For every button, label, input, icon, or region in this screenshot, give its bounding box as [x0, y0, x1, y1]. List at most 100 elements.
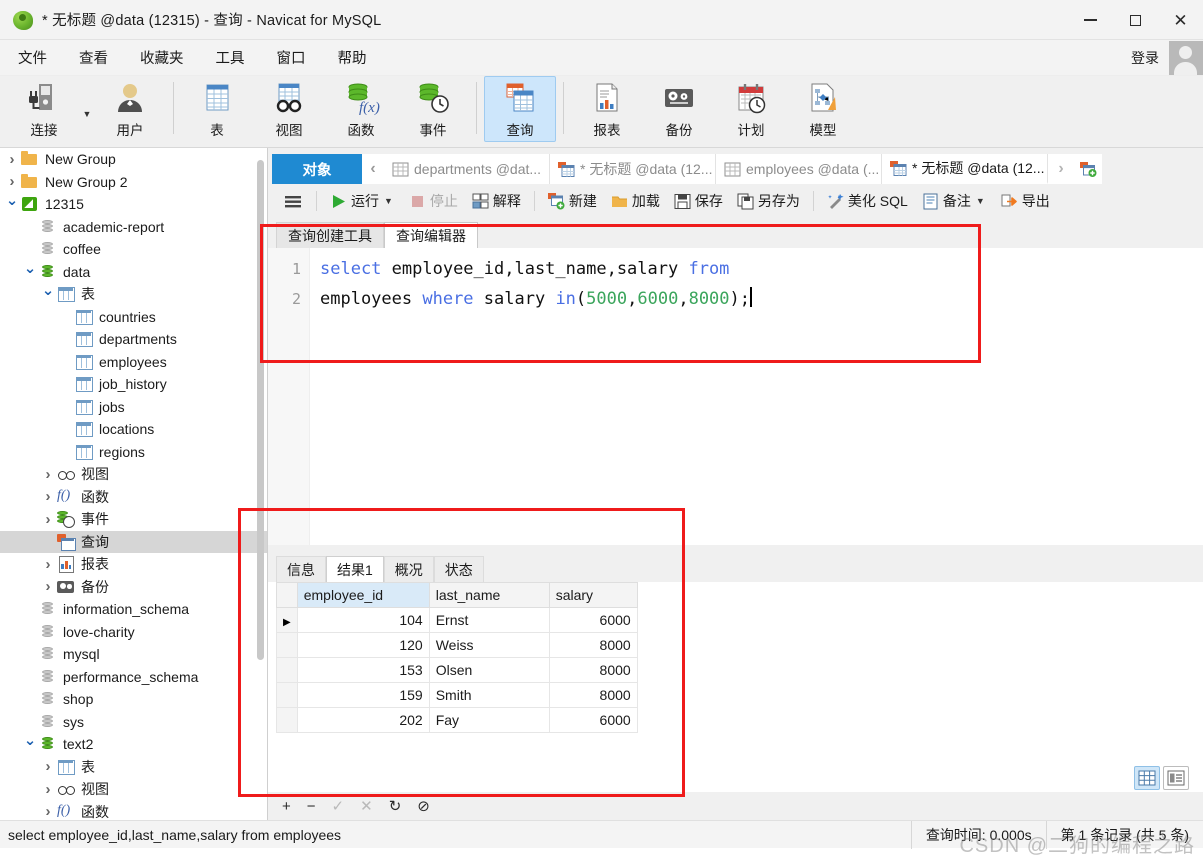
toolbar-button-report[interactable]: 报表 [571, 76, 643, 142]
table-row[interactable]: 153 Olsen 8000 [276, 657, 638, 683]
tree-item-备份[interactable]: 备份 [0, 576, 267, 599]
grid-cell-last_name[interactable]: Olsen [428, 657, 550, 683]
close-icon[interactable]: ✕ [1158, 0, 1203, 40]
stop-loading-icon[interactable]: ⊘ [417, 797, 430, 815]
document-tab-2[interactable]: employees @data (... [716, 154, 882, 184]
grid-cell-salary[interactable]: 8000 [548, 657, 638, 683]
tree-item-academic-report[interactable]: academic-report [0, 216, 267, 239]
tree-item-事件[interactable]: 事件 [0, 508, 267, 531]
chevron-right-icon[interactable] [40, 488, 56, 505]
editor-tab-0[interactable]: 查询创建工具 [276, 222, 384, 248]
grid-cell-employee_id[interactable]: 202 [296, 707, 430, 733]
grid-cell-last_name[interactable]: Weiss [428, 632, 550, 658]
toolbar-button-function[interactable]: f(x) 函数 [325, 76, 397, 142]
grid-body[interactable]: ▶ 104 Ernst 6000 120 Weiss 8000 153 Olsen 8000 159… [276, 607, 638, 733]
tree-item-视图[interactable]: 视图 [0, 778, 267, 801]
tree-item-text2[interactable]: text2 [0, 733, 267, 756]
tree-item-locations[interactable]: locations [0, 418, 267, 441]
tree-item-departments[interactable]: departments [0, 328, 267, 351]
tree-item-information_schema[interactable]: information_schema [0, 598, 267, 621]
grid-cell-employee_id[interactable]: 159 [296, 682, 430, 708]
toolbar-button-event[interactable]: 事件 [397, 76, 469, 142]
tree-item-job_history[interactable]: job_history [0, 373, 267, 396]
query-toolbar-export[interactable]: 导出 [994, 188, 1057, 214]
query-toolbar-new[interactable]: 新建 [541, 188, 604, 214]
delete-record-icon[interactable]: − [307, 798, 316, 815]
tree-item-regions[interactable]: regions [0, 441, 267, 464]
query-toolbar-run[interactable]: 运行 ▼ [323, 188, 402, 214]
tree-item-shop[interactable]: shop [0, 688, 267, 711]
sidebar-scrollbar[interactable] [256, 150, 265, 804]
tree-item-new-group-2[interactable]: New Group 2 [0, 171, 267, 194]
tree-item-sys[interactable]: sys [0, 711, 267, 734]
grid-cell-employee_id[interactable]: 153 [296, 657, 430, 683]
new-query-icon[interactable] [1074, 154, 1102, 184]
tree-item-视图[interactable]: 视图 [0, 463, 267, 486]
menu-item-help[interactable]: 帮助 [324, 42, 381, 73]
chevron-right-icon[interactable] [40, 758, 56, 775]
toolbar-button-user[interactable]: 用户 [94, 76, 166, 142]
grid-cell-last_name[interactable]: Fay [428, 707, 550, 733]
chevron-down-icon[interactable] [22, 263, 38, 281]
query-toolbar-load[interactable]: 加载 [604, 188, 667, 214]
row-indicator[interactable] [276, 707, 298, 733]
row-indicator[interactable] [276, 657, 298, 683]
tree-item-表[interactable]: 表 [0, 756, 267, 779]
toolbar-button-connection[interactable]: 连接 [8, 76, 80, 142]
tree-item-报表[interactable]: 报表 [0, 553, 267, 576]
table-row[interactable]: 120 Weiss 8000 [276, 632, 638, 658]
pane-splitter[interactable] [268, 545, 1203, 552]
grid-column-header-salary[interactable]: salary [548, 582, 638, 608]
tree-item-函数[interactable]: 函数 [0, 486, 267, 509]
hamburger-icon[interactable] [276, 190, 310, 213]
sql-code-text[interactable]: select employee_id,last_name,salary from… [310, 248, 752, 545]
tree-item-love-charity[interactable]: love-charity [0, 621, 267, 644]
menu-item-tools[interactable]: 工具 [202, 42, 259, 73]
editor-tab-1[interactable]: 查询编辑器 [384, 222, 478, 248]
grid-view-icon[interactable] [1134, 766, 1160, 790]
toolbar-button-schedule[interactable]: 计划 [715, 76, 787, 142]
chevron-down-icon[interactable] [22, 735, 38, 753]
chevron-right-icon[interactable] [40, 578, 56, 595]
toolbar-button-model[interactable]: 模型 [787, 76, 859, 142]
chevron-right-icon[interactable] [4, 151, 20, 168]
grid-cell-last_name[interactable]: Smith [428, 682, 550, 708]
grid-cell-salary[interactable]: 8000 [548, 682, 638, 708]
maximize-icon[interactable] [1113, 0, 1158, 40]
query-toolbar-save[interactable]: 保存 [667, 188, 730, 214]
chevron-down-icon[interactable] [40, 285, 56, 303]
row-indicator[interactable] [276, 682, 298, 708]
tree-item-查询[interactable]: 查询 [0, 530, 267, 553]
menu-item-favorites[interactable]: 收藏夹 [126, 42, 198, 73]
table-row[interactable]: 159 Smith 8000 [276, 682, 638, 708]
chevron-right-icon[interactable] [40, 803, 56, 820]
refresh-icon[interactable]: ↻ [389, 797, 402, 815]
query-toolbar-beautify[interactable]: 美化 SQL [820, 188, 915, 214]
toolbar-button-table[interactable]: 表 [181, 76, 253, 142]
result-tab-0[interactable]: 信息 [276, 556, 326, 582]
result-tab-1[interactable]: 结果1 [326, 556, 384, 582]
user-avatar-icon[interactable] [1169, 41, 1203, 75]
table-row[interactable]: 202 Fay 6000 [276, 707, 638, 733]
grid-column-header-employee_id[interactable]: employee_id [296, 582, 430, 608]
chevron-down-icon[interactable] [4, 195, 20, 213]
minimize-icon[interactable] [1068, 0, 1113, 40]
table-row[interactable]: ▶ 104 Ernst 6000 [276, 607, 638, 633]
grid-cell-salary[interactable]: 6000 [548, 607, 638, 633]
sql-code-area[interactable]: 12 select employee_id,last_name,salary f… [268, 248, 1203, 545]
chevron-down-icon[interactable]: ▼ [976, 196, 985, 206]
tree-item-performance_schema[interactable]: performance_schema [0, 666, 267, 689]
grid-cell-employee_id[interactable]: 120 [296, 632, 430, 658]
document-tab-0[interactable]: departments @dat... [384, 154, 550, 184]
query-toolbar-save-as[interactable]: 另存为 [730, 188, 807, 214]
connection-dropdown-caret-icon[interactable]: ▼ [80, 76, 94, 142]
row-indicator[interactable] [276, 632, 298, 658]
chevron-down-icon[interactable]: ▼ [384, 196, 393, 206]
result-tab-2[interactable]: 概况 [383, 556, 434, 582]
tree-item-data[interactable]: data [0, 261, 267, 284]
tree-item-mysql[interactable]: mysql [0, 643, 267, 666]
grid-cell-salary[interactable]: 8000 [548, 632, 638, 658]
tree-item-表[interactable]: 表 [0, 283, 267, 306]
toolbar-button-view[interactable]: 视图 [253, 76, 325, 142]
tree-item-jobs[interactable]: jobs [0, 396, 267, 419]
